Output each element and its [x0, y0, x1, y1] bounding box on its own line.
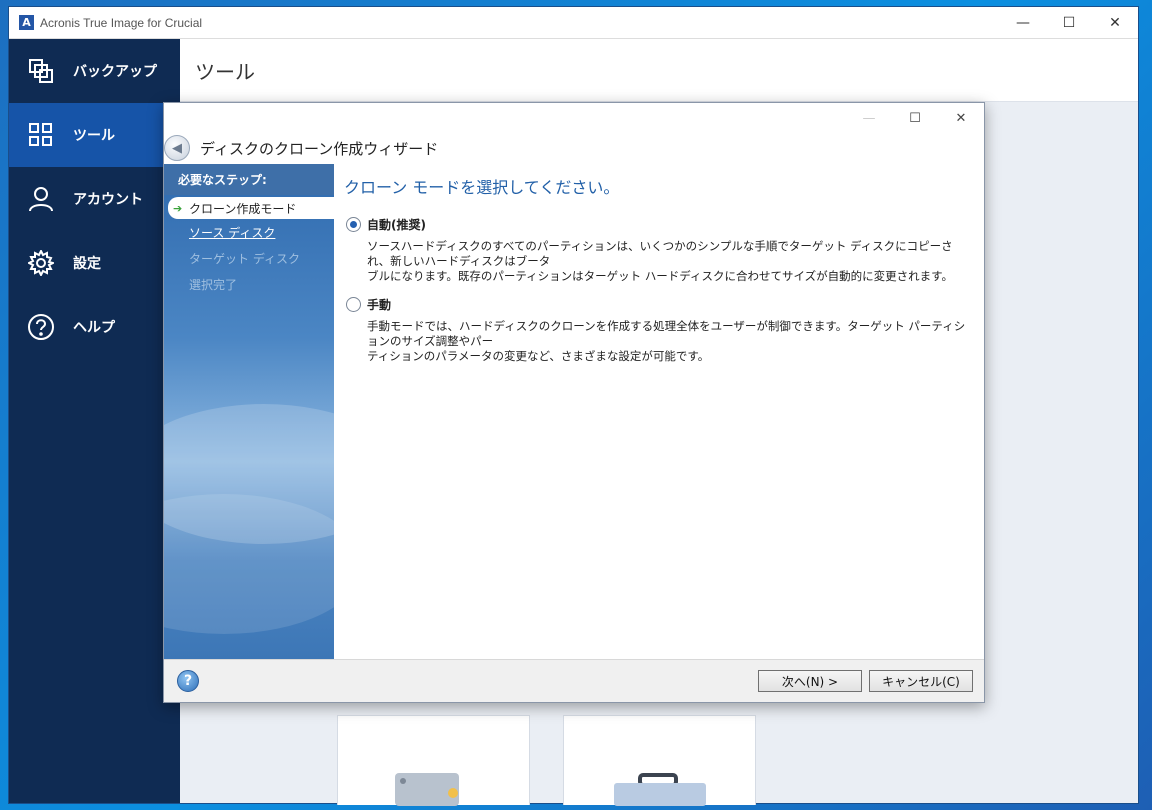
sidebar-item-account[interactable]: アカウント: [9, 167, 180, 231]
sidebar: バックアップ ツール アカウント 設定 ヘルプ: [9, 39, 180, 803]
steps-pane: 必要なステップ: ➔ クローン作成モード ソース ディスク ターゲット ディスク…: [164, 164, 334, 660]
step-clone-mode[interactable]: ➔ クローン作成モード: [168, 197, 334, 219]
steps-heading: 必要なステップ:: [164, 164, 334, 195]
wizard-title: ディスクのクローン作成ウィザード: [200, 139, 439, 158]
wizard-close-button[interactable]: ✕: [938, 103, 984, 133]
page-title: ツール: [195, 59, 255, 84]
cancel-button[interactable]: キャンセル(C): [869, 670, 973, 692]
briefcase-icon: [614, 773, 706, 806]
tool-card-clone-disk[interactable]: [337, 715, 530, 806]
hard-disk-icon: [395, 773, 459, 806]
option-manual[interactable]: 手動: [346, 296, 974, 313]
sidebar-item-label: ヘルプ: [73, 320, 115, 336]
wizard-maximize-button[interactable]: ☐: [892, 103, 938, 133]
description-line: ティションのパラメータの変更など、さまざまな設定が可能です。: [367, 349, 710, 363]
arrow-right-icon: ➔: [173, 201, 183, 215]
window-controls: — ☐ ✕: [1000, 7, 1138, 38]
option-automatic[interactable]: 自動(推奨): [346, 216, 974, 233]
user-icon: [27, 185, 55, 213]
step-target-disk: ターゲット ディスク: [164, 245, 334, 271]
title-bar: A Acronis True Image for Crucial — ☐ ✕: [9, 7, 1138, 39]
prompt-heading: クローン モードを選択してください。: [344, 178, 620, 197]
gear-icon: [27, 249, 55, 277]
step-finish: 選択完了: [164, 271, 334, 297]
step-label: ターゲット ディスク: [189, 251, 300, 266]
sidebar-item-settings[interactable]: 設定: [9, 231, 180, 295]
option-description: 手動モードでは、ハードディスクのクローンを作成する処理全体をユーザーが制御できま…: [367, 319, 974, 364]
tool-card-rescue-media[interactable]: [563, 715, 756, 806]
sidebar-item-label: 設定: [73, 256, 101, 272]
sidebar-item-label: アカウント: [73, 192, 143, 208]
wizard-minimize-button: —: [862, 110, 876, 126]
description-line: ソースハードディスクのすべてのパーティションは、いくつかのシンプルな手順でターゲ…: [367, 239, 953, 268]
question-icon: [27, 313, 55, 341]
back-arrow-icon[interactable]: ◀: [164, 135, 190, 161]
clone-disk-wizard: — ☐ ✕ ◀ ディスクのクローン作成ウィザード 必要なステップ: ➔ クローン…: [163, 102, 985, 703]
grid-icon: [27, 121, 55, 149]
wizard-footer: ? 次へ(N) > キャンセル(C): [164, 659, 984, 702]
sidebar-item-label: ツール: [73, 128, 115, 144]
description-line: ブルになります。既存のパーティションはターゲット ハードディスクに合わせてサイズ…: [367, 269, 954, 283]
sidebar-item-tools[interactable]: ツール: [9, 103, 180, 167]
sidebar-item-help[interactable]: ヘルプ: [9, 295, 180, 359]
help-icon[interactable]: ?: [177, 670, 199, 692]
minimize-button[interactable]: —: [1000, 7, 1046, 38]
wizard-content: クローン モードを選択してください。 自動(推奨) ソースハードディスクのすべて…: [334, 164, 984, 660]
maximize-button[interactable]: ☐: [1046, 7, 1092, 38]
step-label: 選択完了: [189, 277, 238, 292]
sidebar-item-label: バックアップ: [73, 64, 157, 80]
step-label: ソース ディスク: [189, 225, 276, 240]
decorative-wave: [164, 494, 334, 634]
wizard-header: ◀ ディスクのクローン作成ウィザード: [164, 133, 438, 163]
wizard-window-controls: — ☐ ✕: [846, 103, 984, 133]
radio-automatic[interactable]: [346, 217, 361, 232]
option-label[interactable]: 自動(推奨): [367, 216, 426, 233]
copy-icon: [27, 57, 55, 85]
next-button[interactable]: 次へ(N) >: [758, 670, 862, 692]
description-line: 手動モードでは、ハードディスクのクローンを作成する処理全体をユーザーが制御できま…: [367, 319, 966, 348]
option-label[interactable]: 手動: [367, 296, 391, 313]
app-logo-icon: A: [19, 15, 34, 30]
radio-manual[interactable]: [346, 297, 361, 312]
close-button[interactable]: ✕: [1092, 7, 1138, 38]
sidebar-item-backup[interactable]: バックアップ: [9, 39, 180, 103]
step-source-disk[interactable]: ソース ディスク: [164, 219, 334, 245]
app-title: Acronis True Image for Crucial: [40, 15, 203, 30]
option-description: ソースハードディスクのすべてのパーティションは、いくつかのシンプルな手順でターゲ…: [367, 239, 974, 284]
step-label: クローン作成モード: [189, 201, 297, 216]
main-header: ツール: [180, 39, 1138, 102]
